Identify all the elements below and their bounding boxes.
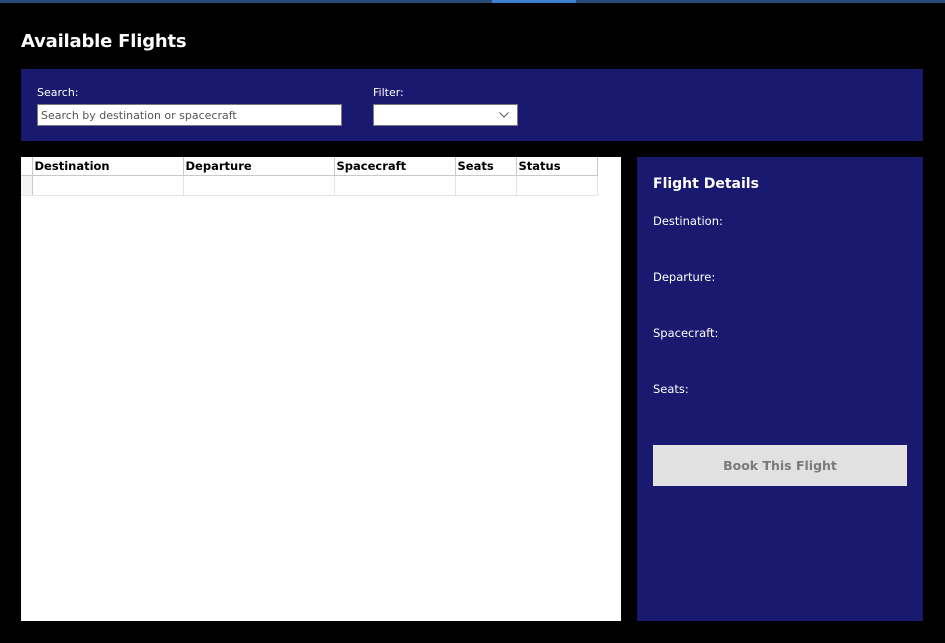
table-row-new[interactable] [21,175,598,196]
table-header-row: Destination Departure Spacecraft Seats S… [21,157,598,176]
table-cell[interactable] [183,175,335,196]
column-header-departure[interactable]: Departure [183,157,335,176]
spacecraft-label: Spacecraft: [653,326,719,340]
table-cell[interactable] [455,175,517,196]
flights-table: Destination Departure Spacecraft Seats S… [21,157,598,196]
search-label: Search: [37,86,79,99]
flights-grid: Destination Departure Spacecraft Seats S… [21,157,621,621]
filter-dropdown[interactable] [373,104,518,126]
column-header-spacecraft[interactable]: Spacecraft [334,157,456,176]
window-top-accent-highlight [492,0,576,3]
chevron-down-icon [499,112,509,118]
flight-details-title: Flight Details [653,176,759,192]
row-header-corner [21,157,33,176]
table-cell[interactable] [32,175,184,196]
flight-details-panel: Flight Details Destination: Departure: S… [637,157,923,621]
destination-label: Destination: [653,214,723,228]
window-top-accent [0,0,945,3]
row-header[interactable] [21,175,33,196]
table-cell[interactable] [334,175,456,196]
page-title: Available Flights [21,31,187,52]
search-panel: Search: Filter: [21,69,923,141]
table-cell[interactable] [516,175,598,196]
search-input[interactable] [37,104,342,126]
seats-label: Seats: [653,382,689,396]
filter-label: Filter: [373,86,404,99]
book-flight-button[interactable]: Book This Flight [653,445,907,486]
departure-label: Departure: [653,270,716,284]
column-header-seats[interactable]: Seats [455,157,517,176]
column-header-status[interactable]: Status [516,157,598,176]
column-header-destination[interactable]: Destination [32,157,184,176]
